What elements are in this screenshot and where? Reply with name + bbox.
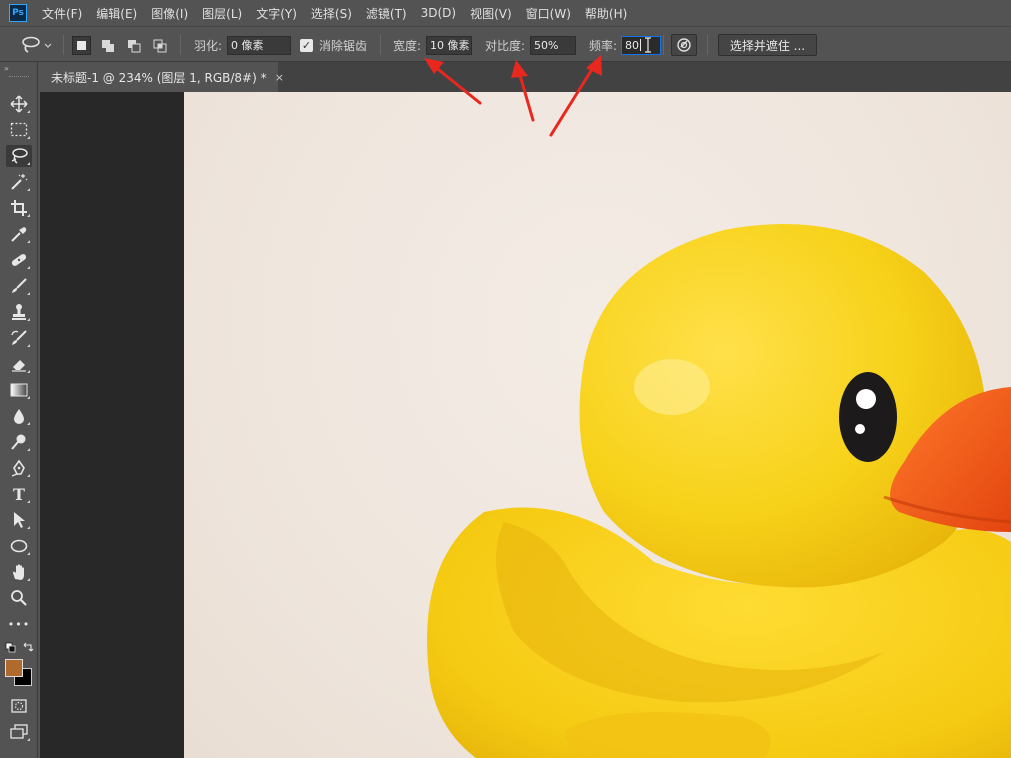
arrow-to-contrast — [517, 70, 535, 122]
arrow-head-contrast — [511, 60, 528, 78]
arrow-to-frequency — [549, 64, 596, 137]
arrow-to-width — [432, 64, 482, 105]
annotation-arrows — [424, 55, 602, 137]
